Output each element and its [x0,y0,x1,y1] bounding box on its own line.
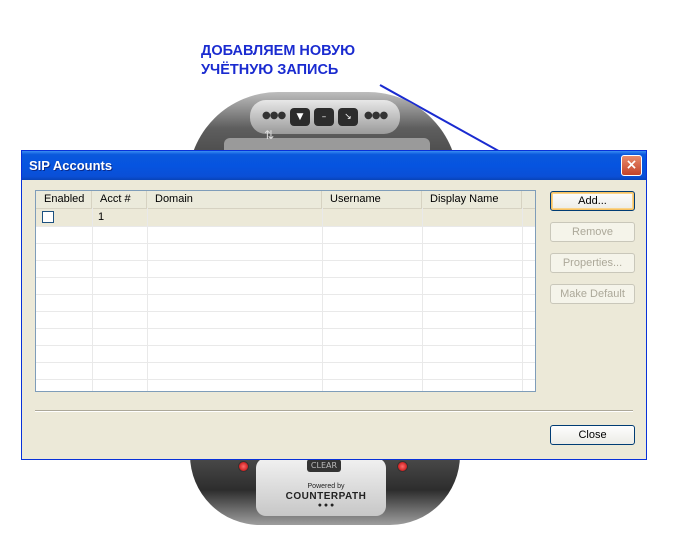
title-bar: SIP Accounts × [22,151,646,180]
close-button[interactable]: Close [550,425,635,445]
sip-accounts-dialog: SIP Accounts × Enabled Acct # Domain Use… [21,150,647,460]
grid-line [36,243,535,244]
dropdown-button[interactable]: ▼ [290,108,310,126]
grid-line [36,226,535,227]
left-led-icon [238,461,249,472]
grid-line [422,208,423,391]
separator [35,410,633,412]
right-led-icon [397,461,408,472]
column-header-display-name[interactable]: Display Name [422,191,522,208]
grid-line [36,328,535,329]
grid-line [36,379,535,380]
dialog-title: SIP Accounts [29,158,113,173]
powered-by-text: Powered by [307,483,345,490]
column-header-enabled[interactable]: Enabled [36,191,92,208]
grid-line [36,345,535,346]
shrink-button[interactable]: ↘ [338,108,358,126]
counterpath-logo: Powered by COUNTERPATH ● ● ● [280,483,372,509]
column-header-domain[interactable]: Domain [147,191,322,208]
enabled-checkbox[interactable] [42,211,54,223]
phone-dots-left-icon: ●●● [262,110,286,121]
grid-line [322,208,323,391]
properties-button[interactable]: Properties... [550,253,635,273]
accounts-list[interactable]: Enabled Acct # Domain Username Display N… [35,190,536,392]
add-button[interactable]: Add... [550,191,635,211]
table-row[interactable]: 1 [36,209,535,226]
grid-line [36,260,535,261]
grid-line [92,208,93,391]
grid-line [36,277,535,278]
grid-line [147,208,148,391]
column-header-username[interactable]: Username [322,191,422,208]
make-default-button[interactable]: Make Default [550,284,635,304]
grid-line [36,294,535,295]
grid-line [36,362,535,363]
close-icon[interactable]: × [621,155,642,176]
clear-button[interactable]: CLEAR [307,459,341,472]
grid-line [36,311,535,312]
remove-button[interactable]: Remove [550,222,635,242]
acct-number: 1 [98,211,105,223]
brand-dots-icon: ● ● ● [317,502,335,509]
network-status-icon: ⇅ [264,128,275,142]
column-header-acct[interactable]: Acct # [92,191,147,208]
list-header: Enabled Acct # Domain Username Display N… [36,191,535,209]
grid-line [522,208,523,391]
phone-dots-right-icon: ●●● [364,110,388,121]
minimize-button[interactable]: – [314,108,334,126]
